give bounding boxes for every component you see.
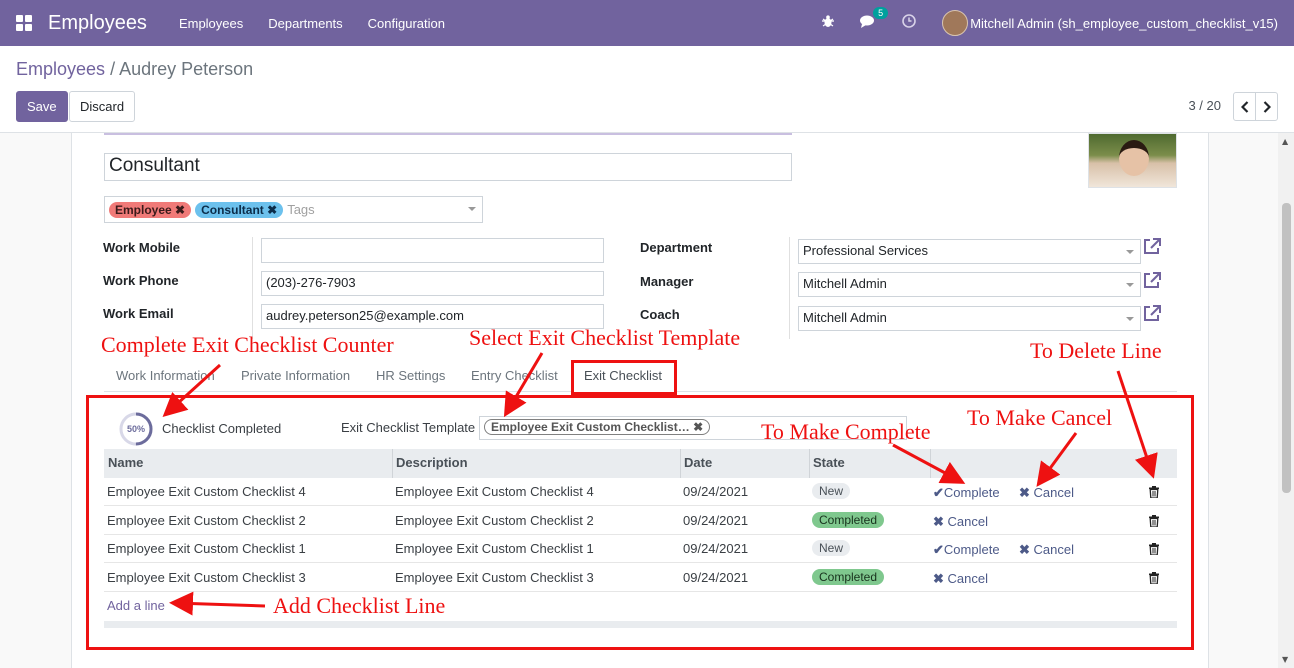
apps-menu-icon[interactable] xyxy=(0,0,48,46)
chevron-left-icon xyxy=(1240,100,1248,113)
control-panel: Employees / Audrey Peterson Save Discard… xyxy=(0,46,1294,133)
menu-employees[interactable]: Employees xyxy=(179,16,243,31)
discard-button[interactable]: Discard xyxy=(69,91,136,122)
clock-icon[interactable] xyxy=(902,14,916,32)
menu-configuration[interactable]: Configuration xyxy=(368,16,445,31)
arrow-add xyxy=(169,591,266,616)
breadcrumb-employees[interactable]: Employees xyxy=(16,59,105,79)
scroll-up-icon[interactable]: ▲ xyxy=(1282,137,1288,146)
chevron-right-icon xyxy=(1263,100,1271,113)
scrollbar-thumb[interactable] xyxy=(1282,203,1291,493)
breadcrumb-separator: / xyxy=(110,59,116,79)
page-scrollbar[interactable]: ▲ ▼ xyxy=(1278,133,1294,668)
annotation-arrows xyxy=(162,352,1158,616)
arrow-counter xyxy=(162,363,222,418)
chat-icon[interactable]: 5 xyxy=(860,6,889,32)
user-menu[interactable]: Mitchell Admin (sh_employee_custom_check… xyxy=(970,16,1278,31)
chat-badge: 5 xyxy=(873,6,889,19)
arrow-template xyxy=(503,352,544,418)
pager-next-button[interactable] xyxy=(1255,92,1278,121)
arrow-delete xyxy=(1116,370,1158,479)
app-title[interactable]: Employees xyxy=(48,12,147,35)
scroll-down-icon[interactable]: ▼ xyxy=(1282,655,1288,664)
save-button[interactable]: Save xyxy=(16,91,68,122)
breadcrumb-current: Audrey Peterson xyxy=(119,59,254,79)
breadcrumb: Employees / Audrey Peterson xyxy=(16,59,253,80)
arrow-cancel xyxy=(1036,432,1078,487)
pager-previous-button[interactable] xyxy=(1233,92,1256,121)
form-sheet: Consultant Employee ✖ Consultant ✖ Tags … xyxy=(71,133,1209,668)
top-navbar: Employees Employees Departments Configur… xyxy=(0,0,1294,46)
menu-departments[interactable]: Departments xyxy=(268,16,342,31)
pager-value[interactable]: 3 / 20 xyxy=(1188,98,1221,113)
user-avatar[interactable] xyxy=(942,10,969,36)
arrow-complete xyxy=(892,443,966,484)
bug-icon[interactable] xyxy=(822,14,835,32)
